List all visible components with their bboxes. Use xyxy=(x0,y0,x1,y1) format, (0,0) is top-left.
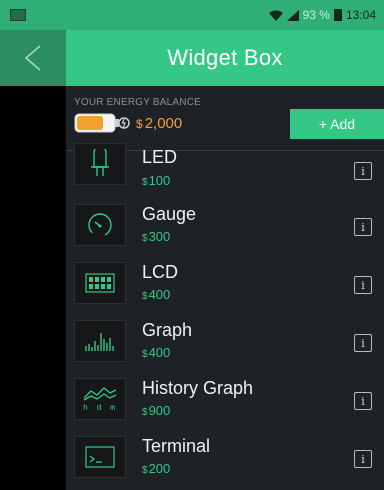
energy-balance-label: YOUR ENERGY BALANCE xyxy=(74,97,201,108)
battery-icon xyxy=(333,9,342,21)
energy-balance-section: YOUR ENERGY BALANCE $2,000 + Add xyxy=(66,86,384,150)
back-arrow-icon xyxy=(24,45,41,71)
page-title: Widget Box xyxy=(167,45,283,70)
left-gutter xyxy=(0,86,66,490)
widget-price: $400 xyxy=(142,345,171,360)
add-energy-button[interactable]: + Add xyxy=(290,109,384,139)
graph-icon xyxy=(74,320,126,362)
widget-price: $100 xyxy=(142,173,171,188)
signal-icon xyxy=(286,9,299,21)
widget-price: $300 xyxy=(142,229,171,244)
widget-name: LED xyxy=(142,147,178,167)
energy-balance-row: $2,000 xyxy=(74,112,182,134)
info-button[interactable]: i xyxy=(354,162,372,180)
widget-price: $400 xyxy=(142,287,171,302)
widget-item-gauge[interactable]: Gauge $300 i xyxy=(66,196,384,254)
widget-item-graph[interactable]: Graph $400 i xyxy=(66,312,384,370)
info-button[interactable]: i xyxy=(354,276,372,294)
widget-item-history-graph[interactable]: h d m History Graph $900 i xyxy=(66,370,384,428)
info-button[interactable]: i xyxy=(354,218,372,236)
widget-price: $200 xyxy=(142,461,171,476)
widget-name: Gauge xyxy=(142,204,197,224)
clock: 13:04 xyxy=(345,8,376,22)
widget-name: LCD xyxy=(142,262,179,282)
widget-name: History Graph xyxy=(142,378,254,398)
widget-list: LED $100 i Gauge $300 i LCD $400 i Graph… xyxy=(66,143,384,486)
status-icons: 93 % 13:04 xyxy=(268,8,376,22)
energy-amount: 2,000 xyxy=(144,114,183,132)
energy-currency: $ xyxy=(136,116,143,131)
widget-name: Graph xyxy=(142,320,193,340)
widget-box-panel: YOUR ENERGY BALANCE $2,000 + Add LED $10… xyxy=(66,86,384,490)
gauge-icon xyxy=(74,204,126,246)
history-graph-range-text: h d m xyxy=(82,403,118,412)
info-button[interactable]: i xyxy=(354,392,372,410)
terminal-icon xyxy=(74,436,126,478)
widget-item-led[interactable]: LED $100 i xyxy=(66,143,384,196)
battery-percent: 93 % xyxy=(302,8,330,22)
led-icon xyxy=(74,143,126,185)
widget-item-lcd[interactable]: LCD $400 i xyxy=(66,254,384,312)
history-graph-icon: h d m xyxy=(74,378,126,420)
widget-name: Terminal xyxy=(142,436,211,456)
widget-item-terminal[interactable]: Terminal $200 i xyxy=(66,428,384,486)
app-bar: Widget Box xyxy=(0,30,384,86)
info-button[interactable]: i xyxy=(354,450,372,468)
widget-price: $900 xyxy=(142,403,171,418)
lcd-icon xyxy=(74,262,126,304)
status-bar: 93 % 13:04 xyxy=(0,0,384,30)
back-button[interactable] xyxy=(0,30,66,86)
gallery-notification-icon xyxy=(10,9,26,21)
wifi-icon xyxy=(268,10,283,21)
battery-energy-icon xyxy=(74,113,130,133)
energy-balance-value: $2,000 xyxy=(136,115,182,132)
info-button[interactable]: i xyxy=(354,334,372,352)
